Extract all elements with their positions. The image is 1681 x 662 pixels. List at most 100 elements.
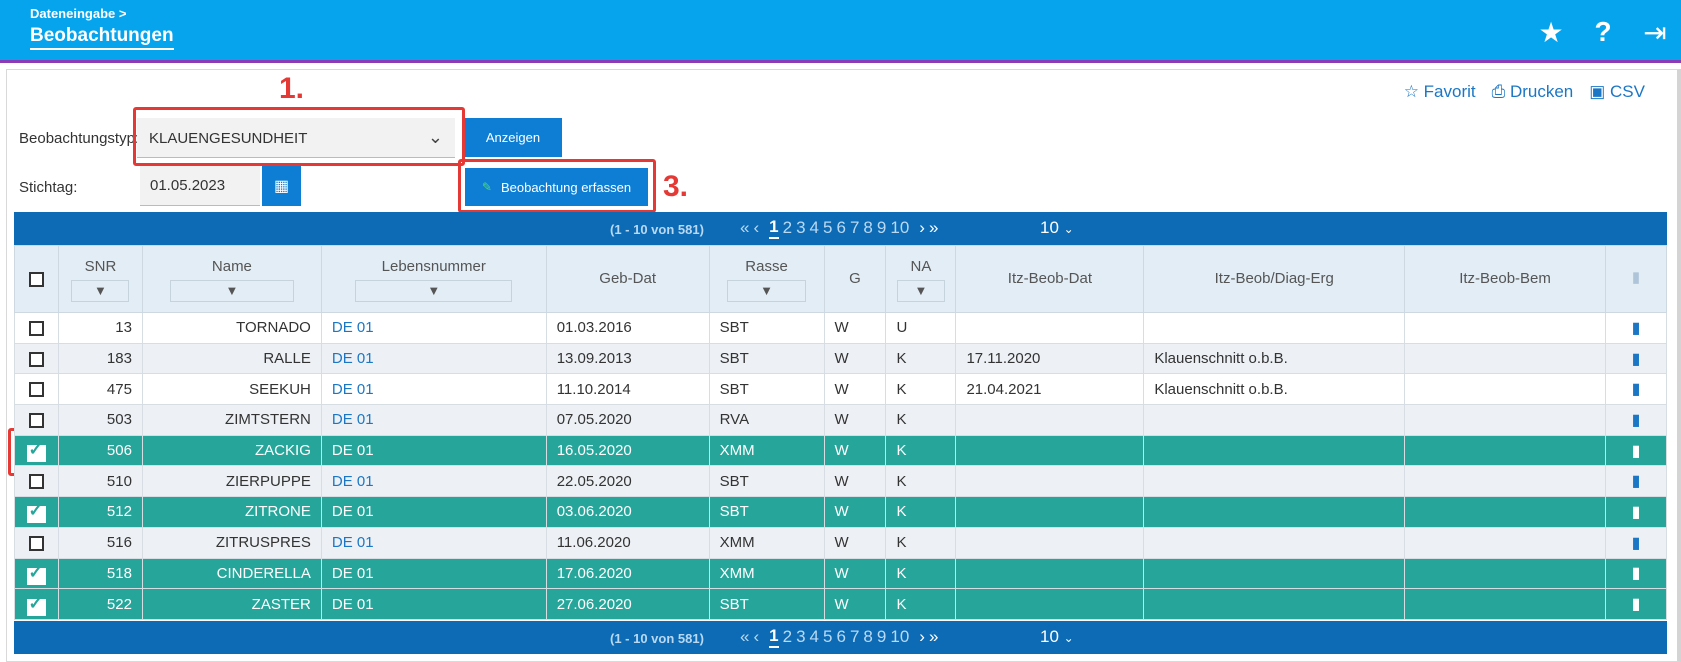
itz-beob-diag-erg-cell [1143,312,1406,344]
csv-link[interactable]: ▣ CSV [1589,82,1645,102]
chevron-down-icon: ⌄ [1063,631,1074,645]
page-link[interactable]: 5 [823,627,832,647]
lebensnummer-cell[interactable]: DE 01 [320,373,547,406]
document-icon[interactable]: ▮ [1632,565,1641,582]
first-page-icon[interactable]: « [740,218,749,238]
page-link[interactable]: 4 [810,627,819,647]
lebensnummer-cell[interactable]: DE 01 [320,526,547,559]
col-itz-beob-dat[interactable]: Itz-Beob-Dat [955,245,1145,313]
table-row[interactable]: 475 SEEKUH DE 01 11.10.2014 SBT W K 21.04.2021 K… [14,373,1668,406]
page-link[interactable]: 2 [783,218,792,238]
col-itz-beob-diag-erg[interactable]: Itz-Beob/Diag-Erg [1143,245,1406,313]
favorit-link[interactable]: ☆ Favorit [1404,82,1476,102]
filter-icon[interactable]: ▼ [896,280,946,302]
col-name[interactable]: Name ▼ [141,245,322,313]
page-size-select[interactable]: 10 ⌄ [1040,218,1074,238]
logout-icon[interactable]: ⇥ [1629,14,1681,50]
page-link[interactable]: 7 [850,218,859,238]
page-link[interactable]: 4 [810,218,819,238]
page-link[interactable]: 8 [863,218,872,238]
row-checkbox-checked[interactable] [27,440,47,463]
table-row[interactable]: 13 TORNADO DE 01 01.03.2016 SBT W U ▮ [14,312,1668,344]
row-checkbox[interactable] [28,412,44,428]
row-checkbox[interactable] [28,474,44,490]
help-icon[interactable]: ? [1577,14,1629,50]
table-row[interactable]: 516 ZITRUSPRES DE 01 11.06.2020 XMM W K ▮ [14,526,1668,559]
page-link[interactable]: 10 [890,218,909,238]
page-link[interactable]: 6 [836,218,845,238]
filter-icon[interactable]: ▼ [71,280,130,302]
filter-icon[interactable]: ▼ [726,280,807,302]
table-row[interactable]: 512ZITRONEDE 0103.06.2020SBTWK ▮ [14,496,1668,528]
table-row[interactable]: 518CINDERELLADE 0117.06.2020XMMWK ▮ [14,557,1668,590]
document-icon[interactable]: ▮ [1632,381,1641,398]
table-row[interactable]: 183 RALLE DE 01 13.09.2013 SBT W K 17.11.2020 Kl… [14,342,1668,375]
row-checkbox-checked[interactable] [27,563,47,585]
lebensnummer-cell[interactable]: DE 01 [320,465,547,498]
document-icon[interactable]: ▮ [1632,443,1641,460]
pager-info: (1 - 10 von 581) [610,222,704,237]
page-link[interactable]: 3 [796,627,805,647]
drucken-link[interactable]: ⎙ Drucken [1492,82,1574,102]
col-rasse[interactable]: Rasse ▼ [708,245,825,313]
lebensnummer-cell[interactable]: DE 01 [320,312,547,344]
lebensnummer-cell[interactable]: DE 01 [320,496,547,528]
page-link[interactable]: 8 [863,627,872,647]
document-icon[interactable]: ▮ [1632,320,1641,337]
page-link[interactable]: 10 [890,627,909,647]
page-link[interactable]: 6 [836,627,845,647]
page-size-select[interactable]: 10 ⌄ [1040,627,1074,647]
select-all-checkbox[interactable] [28,271,44,287]
col-g[interactable]: G [823,245,887,313]
lebensnummer-cell[interactable]: DE 01 [320,342,547,375]
filter-icon[interactable]: ▼ [355,280,513,302]
document-icon[interactable]: ▮ [1632,596,1641,613]
col-na[interactable]: NA ▼ [885,245,957,313]
anzeigen-button[interactable]: Anzeigen [464,118,562,157]
first-page-icon[interactable]: « [740,627,749,647]
prev-page-icon[interactable]: ‹ [753,627,759,647]
date-input[interactable]: 01.05.2023 [140,166,260,206]
next-page-icon[interactable]: › [919,627,925,647]
lebensnummer-cell[interactable]: DE 01 [320,404,547,436]
row-checkbox[interactable] [28,320,44,336]
lebensnummer-cell[interactable]: DE 01 [320,588,547,620]
page-link[interactable]: 9 [877,627,886,647]
row-checkbox[interactable] [28,382,44,398]
last-page-icon[interactable]: » [929,218,938,238]
prev-page-icon[interactable]: ‹ [753,218,759,238]
document-icon[interactable]: ▮ [1632,412,1641,429]
table-row[interactable]: 510 ZIERPUPPE DE 01 22.05.2020 SBT W K ▮ [14,465,1668,498]
col-snr[interactable]: SNR ▼ [57,245,143,313]
col-lebensnummer[interactable]: Lebensnummer ▼ [320,245,547,313]
col-itz-beob-bem[interactable]: Itz-Beob-Bem [1404,245,1606,313]
breadcrumb[interactable]: Dateneingabe > [30,6,126,21]
table-row[interactable]: 503 ZIMTSTERN DE 01 07.05.2020 RVA W K ▮ [14,404,1668,436]
lebensnummer-cell[interactable]: DE 01 [320,434,547,467]
table-row[interactable]: 522ZASTERDE 0127.06.2020SBTWK ▮ [14,588,1668,620]
document-icon[interactable]: ▮ [1632,473,1641,490]
document-icon[interactable]: ▮ [1632,351,1641,368]
g-cell: W [823,465,887,498]
last-page-icon[interactable]: » [929,627,938,647]
document-icon[interactable]: ▮ [1632,535,1641,552]
col-gebdat[interactable]: Geb-Dat [545,245,710,313]
row-checkbox-checked[interactable] [27,501,47,524]
next-page-icon[interactable]: › [919,218,925,238]
table-row[interactable]: 506ZACKIGDE 0116.05.2020XMMWK ▮ [14,434,1668,467]
row-checkbox[interactable] [28,351,44,367]
star-icon[interactable]: ★ [1525,14,1577,50]
page-link[interactable]: 5 [823,218,832,238]
page-link-current[interactable]: 1 [769,217,779,239]
lebensnummer-cell[interactable]: DE 01 [320,557,547,590]
document-icon[interactable]: ▮ [1632,504,1641,521]
calendar-icon[interactable]: ▦ [262,166,301,206]
page-link-current[interactable]: 1 [769,626,779,648]
page-link[interactable]: 2 [783,627,792,647]
filter-icon[interactable]: ▼ [169,280,295,302]
page-link[interactable]: 9 [877,218,886,238]
page-link[interactable]: 3 [796,218,805,238]
page-link[interactable]: 7 [850,627,859,647]
row-checkbox[interactable] [28,535,44,551]
row-checkbox-checked[interactable] [27,594,47,616]
